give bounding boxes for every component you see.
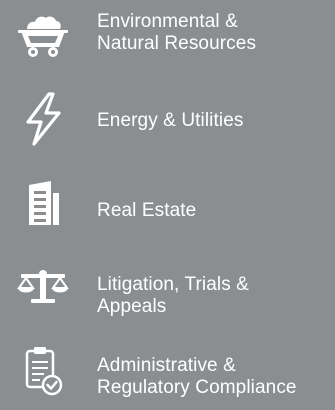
- mine-cart-icon: [12, 4, 74, 66]
- building-icon: [12, 172, 74, 234]
- practice-area-administrative[interactable]: Administrative & Regulatory Compliance: [0, 340, 335, 410]
- scales-of-justice-icon: [12, 255, 74, 317]
- practice-area-label: Real Estate: [97, 200, 197, 221]
- practice-area-litigation[interactable]: Litigation, Trials & Appeals: [0, 255, 335, 325]
- practice-areas-list: Environmental & Natural Resources Energy…: [0, 0, 335, 406]
- clipboard-check-icon: [12, 340, 74, 402]
- practice-area-real-estate[interactable]: Real Estate: [0, 172, 335, 242]
- practice-area-label: Environmental & Natural Resources: [97, 11, 257, 54]
- practice-area-label: Litigation, Trials & Appeals: [97, 274, 249, 317]
- practice-area-label: Energy & Utilities: [97, 110, 244, 131]
- practice-area-label: Administrative & Regulatory Compliance: [97, 355, 297, 398]
- lightning-bolt-icon: [12, 88, 74, 150]
- practice-area-energy[interactable]: Energy & Utilities: [0, 88, 335, 158]
- practice-area-environmental[interactable]: Environmental & Natural Resources: [0, 4, 335, 74]
